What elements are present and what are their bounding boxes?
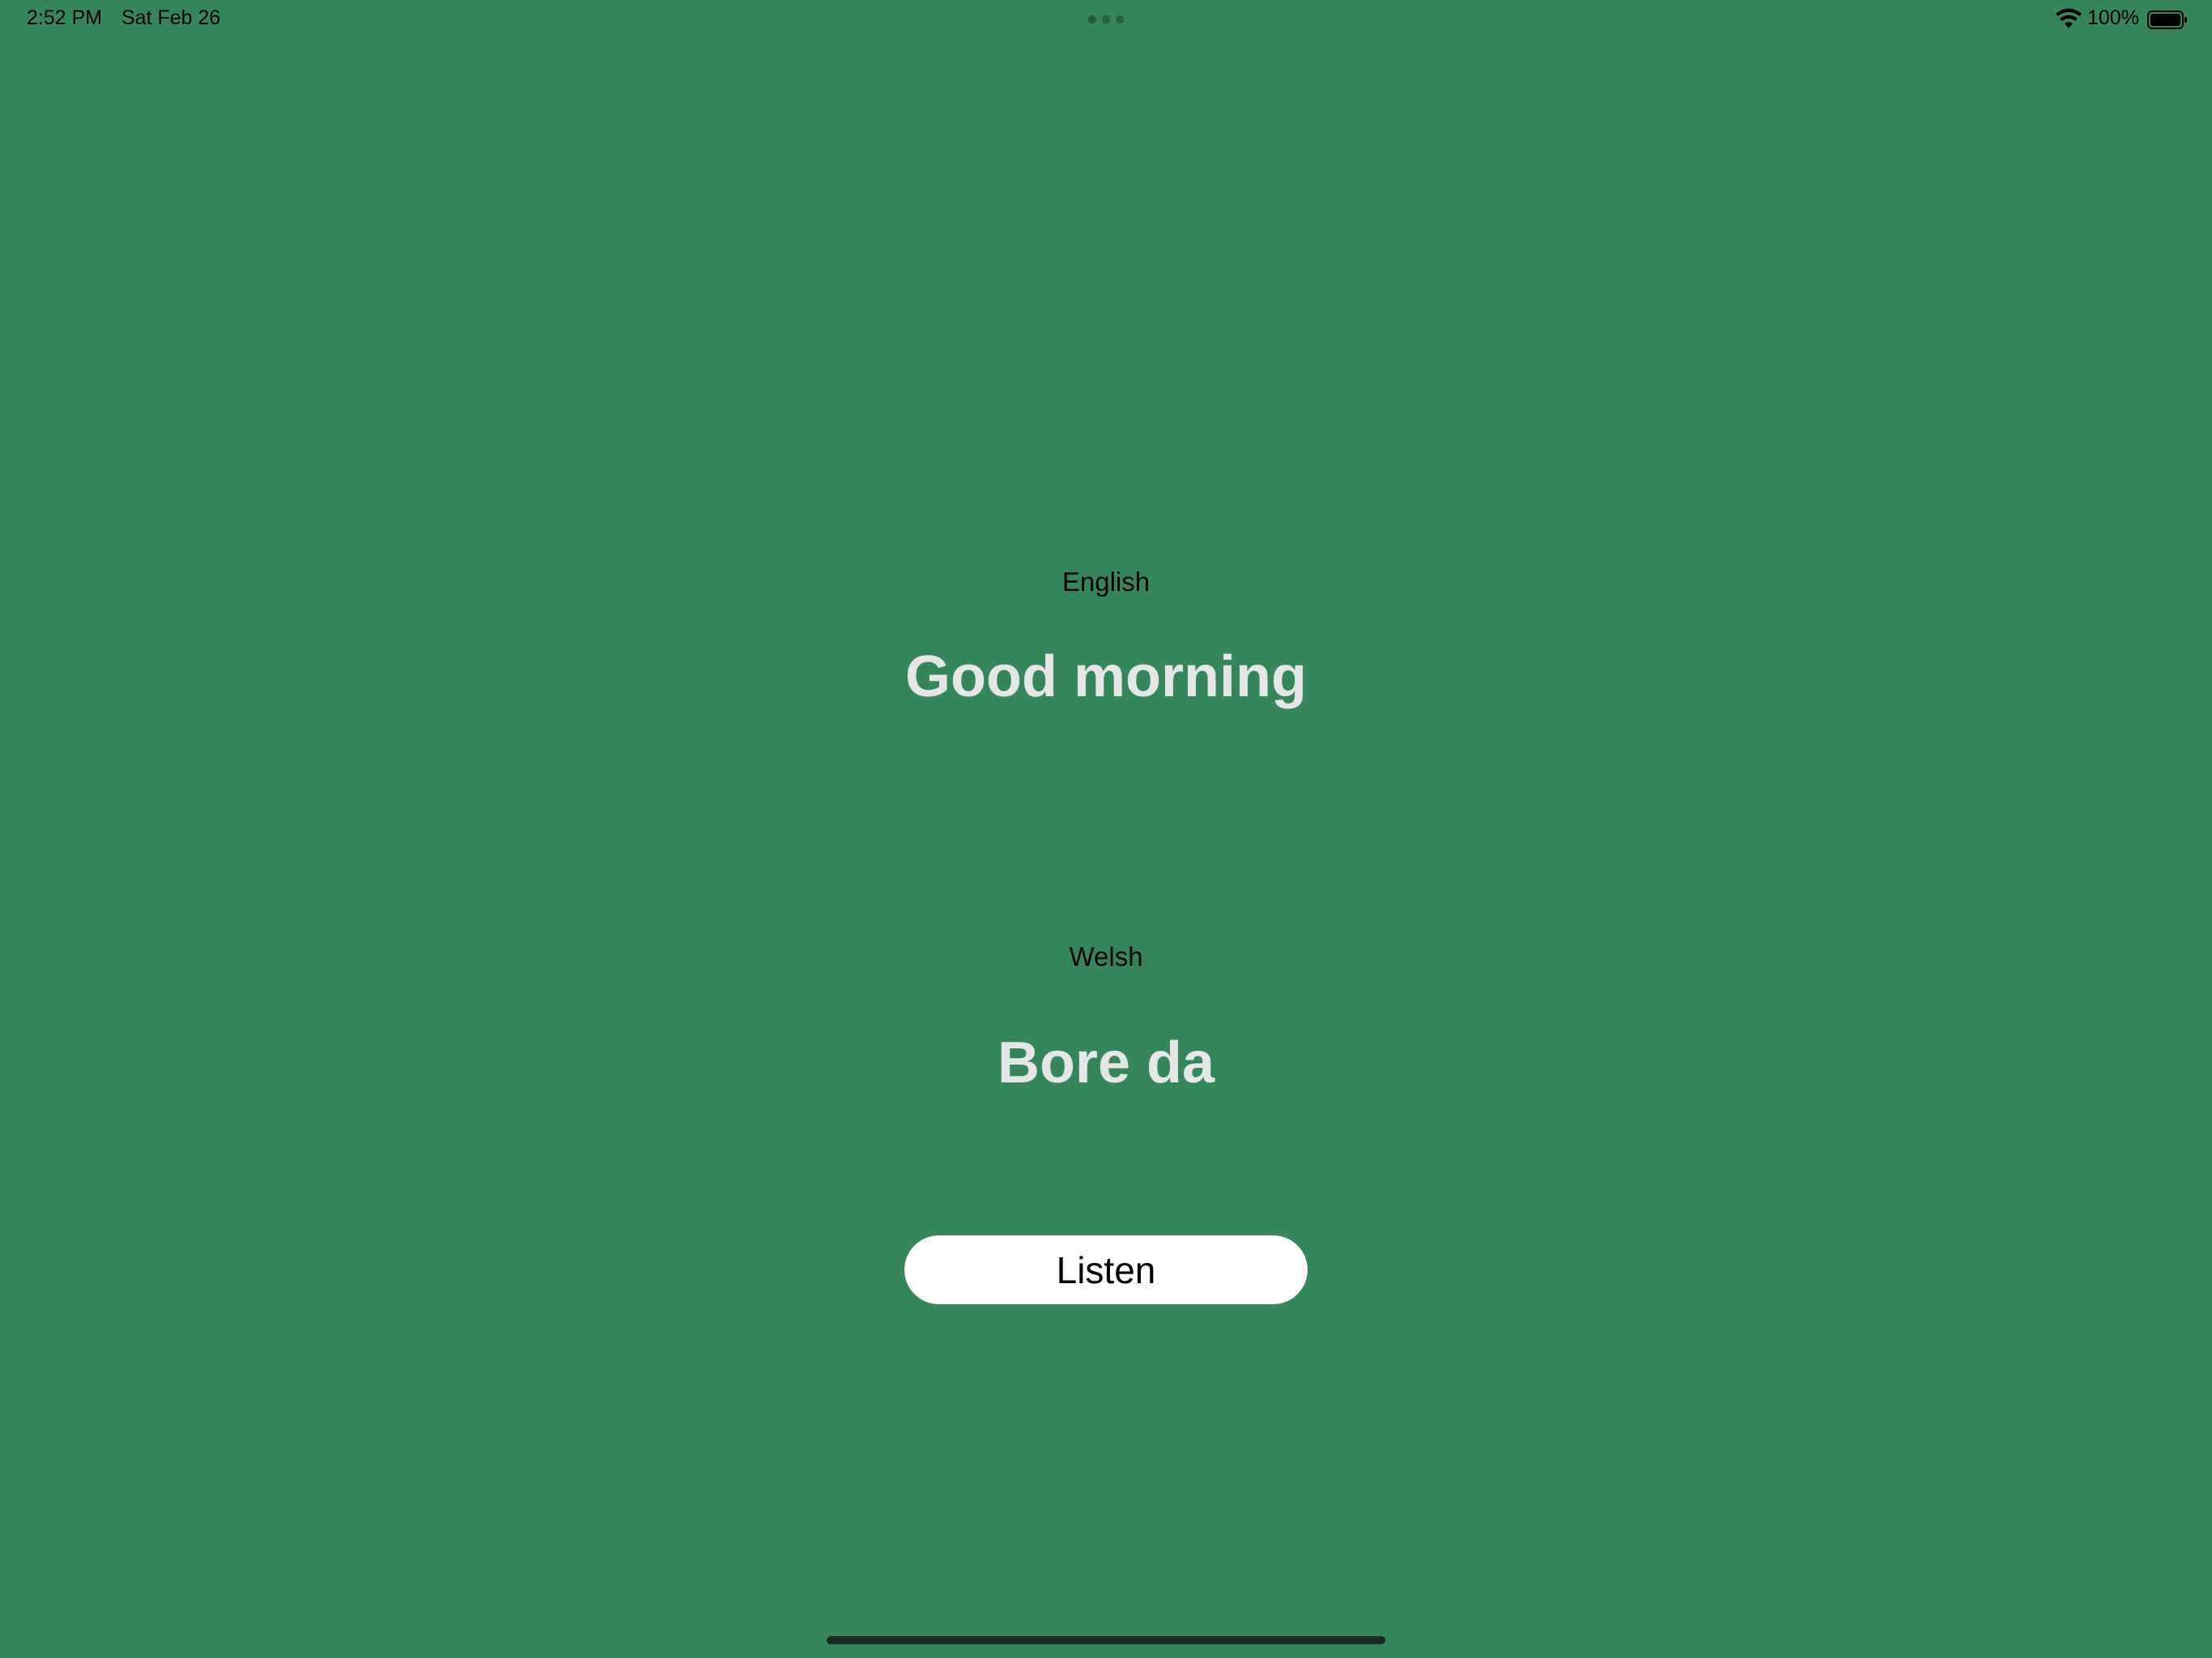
battery-percent: 100% xyxy=(2087,6,2139,29)
english-language-label: English xyxy=(1061,567,1151,597)
home-indicator[interactable] xyxy=(827,1636,1385,1644)
battery-icon xyxy=(2147,11,2187,29)
english-phrase: Good morning xyxy=(905,644,1307,709)
multitask-dots-icon[interactable] xyxy=(1088,15,1124,23)
listen-button[interactable]: Listen xyxy=(904,1235,1308,1304)
welsh-phrase: Bore da xyxy=(997,1031,1215,1095)
status-time: 2:52 PM xyxy=(27,6,103,29)
welsh-language-label: Welsh xyxy=(1069,942,1143,971)
status-bar: 2:52 PM Sat Feb 26 100% xyxy=(0,0,2212,40)
wifi-icon xyxy=(2056,8,2082,28)
status-date: Sat Feb 26 xyxy=(121,6,221,29)
